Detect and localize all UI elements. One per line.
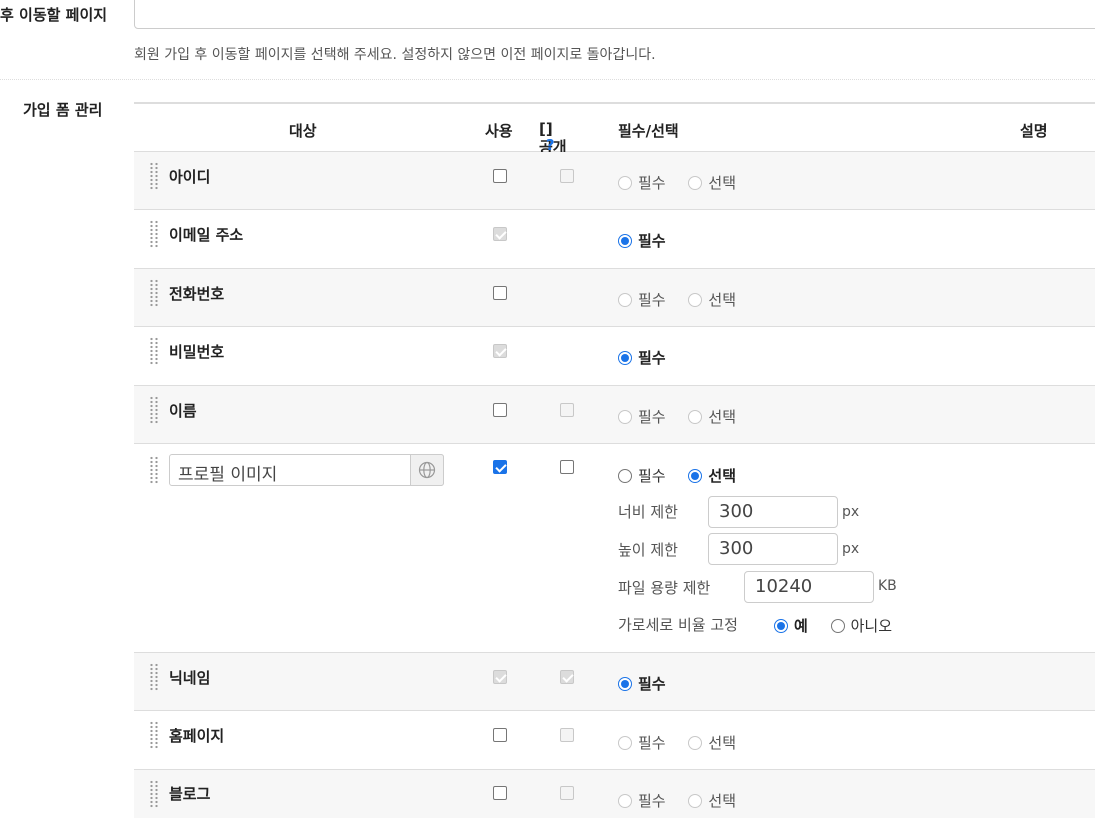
optional-radio[interactable]: 선택 xyxy=(688,465,736,486)
required-radio[interactable]: 필수 xyxy=(618,347,666,368)
optional-radio: 선택 xyxy=(688,732,736,753)
use-checkbox[interactable] xyxy=(493,286,507,300)
drag-handle-icon[interactable] xyxy=(150,780,160,808)
public-checkbox xyxy=(560,728,574,742)
height-unit: px xyxy=(842,541,860,557)
required-radio[interactable]: 필수 xyxy=(618,673,666,694)
section-divider xyxy=(0,79,1095,80)
ratio-no-radio[interactable]: 아니오 xyxy=(830,615,892,636)
height-limit-input[interactable]: 300 xyxy=(708,533,838,565)
required-radio: 필수 xyxy=(618,732,666,753)
redirect-page-input[interactable] xyxy=(134,0,1095,29)
signup-form-table: 대상 사용 공개 [?] 필수/선택 설명 아이디 필수 선택 이메일 주소 필… xyxy=(134,102,1095,818)
use-checkbox[interactable] xyxy=(493,786,507,800)
use-checkbox xyxy=(493,227,507,241)
field-name: 아이디 xyxy=(169,168,211,186)
drag-handle-icon[interactable] xyxy=(150,337,160,365)
required-radio: 필수 xyxy=(618,289,666,310)
file-size-input[interactable]: 10240 xyxy=(744,571,874,603)
public-checkbox xyxy=(560,169,574,183)
required-radio-group: 필수 선택 xyxy=(618,406,754,428)
aspect-ratio-label: 가로세로 비율 고정 xyxy=(618,616,738,634)
required-radio-group: 필수 xyxy=(618,230,684,252)
public-checkbox xyxy=(560,403,574,417)
field-name: 이메일 주소 xyxy=(169,226,244,244)
use-checkbox[interactable] xyxy=(493,403,507,417)
table-row-nickname: 닉네임 필수 xyxy=(134,653,1095,711)
redirect-page-help: 회원 가입 후 이동할 페이지를 선택해 주세요. 설정하지 않으면 이전 페이… xyxy=(134,47,656,63)
optional-radio: 선택 xyxy=(688,172,736,193)
required-radio-group: 필수 xyxy=(618,347,684,369)
aspect-ratio-radio-group: 예 아니오 xyxy=(774,615,910,637)
table-row-email: 이메일 주소 필수 xyxy=(134,210,1095,269)
drag-handle-icon[interactable] xyxy=(150,162,160,190)
required-radio-group: 필수 선택 xyxy=(618,172,754,194)
ratio-yes-radio[interactable]: 예 xyxy=(774,615,808,636)
use-checkbox[interactable] xyxy=(493,169,507,183)
field-name: 홈페이지 xyxy=(169,727,225,745)
signup-form-label: 가입 폼 관리 xyxy=(23,101,103,119)
table-row-id: 아이디 필수 선택 xyxy=(134,152,1095,210)
field-name: 이름 xyxy=(169,402,197,420)
table-row-name: 이름 필수 선택 xyxy=(134,386,1095,444)
width-limit-label: 너비 제한 xyxy=(618,503,678,521)
table-row-profile-image: 프로필 이미지 필수 선택 너비 제한 300 px 높이 제한 300 px … xyxy=(134,444,1095,653)
header-target: 대상 xyxy=(289,122,317,140)
required-radio[interactable]: 필수 xyxy=(618,465,666,486)
optional-radio: 선택 xyxy=(688,790,736,811)
public-checkbox[interactable] xyxy=(560,460,574,474)
drag-handle-icon[interactable] xyxy=(150,396,160,424)
table-row-homepage: 홈페이지 필수 선택 xyxy=(134,711,1095,770)
drag-handle-icon[interactable] xyxy=(150,220,160,248)
drag-handle-icon[interactable] xyxy=(150,663,160,691)
required-radio-group: 필수 선택 xyxy=(618,289,754,311)
width-unit: px xyxy=(842,504,860,520)
required-radio-group: 필수 선택 xyxy=(618,465,754,487)
public-checkbox xyxy=(560,786,574,800)
field-name: 비밀번호 xyxy=(169,343,225,361)
table-row-blog: 블로그 필수 선택 xyxy=(134,770,1095,818)
optional-radio: 선택 xyxy=(688,406,736,427)
required-radio-group: 필수 선택 xyxy=(618,732,754,754)
field-name: 닉네임 xyxy=(169,669,211,687)
table-row-phone: 전화번호 필수 선택 xyxy=(134,269,1095,327)
globe-icon[interactable] xyxy=(410,454,444,486)
use-checkbox[interactable] xyxy=(493,728,507,742)
file-size-unit: KB xyxy=(878,578,897,594)
table-header: 대상 사용 공개 [?] 필수/선택 설명 xyxy=(134,104,1095,156)
redirect-page-label: 후 이동할 페이지 xyxy=(0,6,108,24)
drag-handle-icon[interactable] xyxy=(150,456,160,484)
required-radio-group: 필수 xyxy=(618,673,684,695)
height-limit-label: 높이 제한 xyxy=(618,541,678,559)
required-radio: 필수 xyxy=(618,406,666,427)
optional-radio: 선택 xyxy=(688,289,736,310)
file-size-label: 파일 용량 제한 xyxy=(618,579,711,597)
use-checkbox xyxy=(493,344,507,358)
use-checkbox[interactable] xyxy=(493,460,507,474)
field-name: 전화번호 xyxy=(169,285,225,303)
header-required: 필수/선택 xyxy=(618,122,679,140)
table-row-password: 비밀번호 필수 xyxy=(134,327,1095,386)
required-radio[interactable]: 필수 xyxy=(618,230,666,251)
header-description: 설명 xyxy=(1020,122,1048,140)
public-checkbox xyxy=(560,670,574,684)
width-limit-input[interactable]: 300 xyxy=(708,496,838,528)
header-use: 사용 xyxy=(485,122,513,140)
profile-image-name-input[interactable]: 프로필 이미지 xyxy=(169,454,444,486)
field-name: 블로그 xyxy=(169,785,211,803)
required-radio: 필수 xyxy=(618,172,666,193)
header-public: 공개 [?] xyxy=(539,120,567,156)
drag-handle-icon[interactable] xyxy=(150,279,160,307)
required-radio: 필수 xyxy=(618,790,666,811)
required-radio-group: 필수 선택 xyxy=(618,790,754,812)
drag-handle-icon[interactable] xyxy=(150,721,160,749)
use-checkbox xyxy=(493,670,507,684)
